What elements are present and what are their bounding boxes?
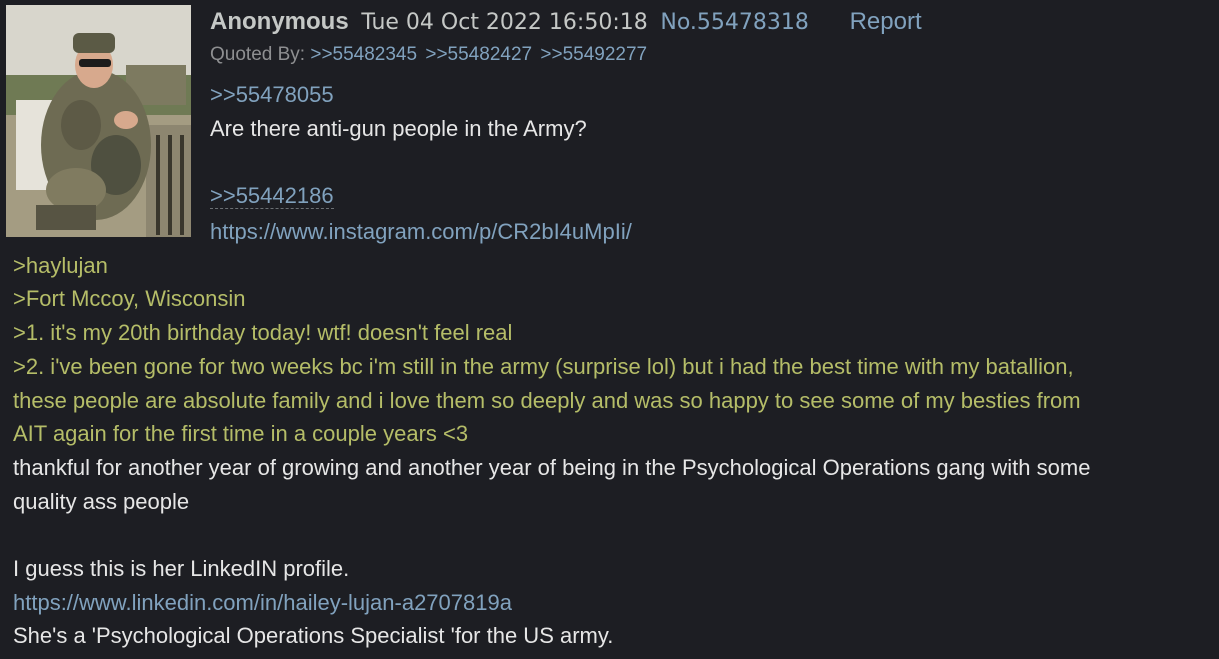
- post-container: Anonymous Tue 04 Oct 2022 16:50:18 No.55…: [0, 0, 1219, 659]
- post-body-line: >>55442186: [210, 181, 334, 211]
- greentext-line: >haylujan: [13, 253, 108, 278]
- post-body-line: Are there anti-gun people in the Army?: [210, 116, 587, 141]
- backlink[interactable]: >>55482427: [425, 44, 532, 65]
- instagram-link[interactable]: https://www.instagram.com/p/CR2bI4uMpIi/: [210, 219, 632, 244]
- greentext-line: >Fort Mccoy, Wisconsin: [13, 286, 246, 311]
- greentext-line: >2. i've been gone for two weeks bc i'm …: [13, 354, 1074, 379]
- greentext-line: these people are absolute family and i l…: [13, 388, 1081, 413]
- post-number-link[interactable]: No.55478318: [660, 10, 809, 35]
- poster-name: Anonymous: [210, 8, 349, 35]
- post-body-line: She's a 'Psychological Operations Specia…: [13, 623, 614, 648]
- soldier-photo-icon: [6, 5, 191, 237]
- quote-link[interactable]: >>55478055: [210, 82, 334, 107]
- post-body-line: https://www.instagram.com/p/CR2bI4uMpIi/: [210, 217, 632, 247]
- post-thumbnail-image[interactable]: [6, 5, 191, 237]
- post-body-line: quality ass people: [13, 489, 190, 514]
- linkedin-link[interactable]: https://www.linkedin.com/in/hailey-lujan…: [13, 590, 512, 615]
- backlink[interactable]: >>55492277: [540, 44, 647, 65]
- quoted-by-row: Quoted By: >>55482345 >>55482427 >>55492…: [210, 44, 650, 66]
- post-header: Anonymous Tue 04 Oct 2022 16:50:18 No.55…: [210, 6, 922, 39]
- backlink[interactable]: >>55482345: [310, 44, 417, 65]
- quote-link[interactable]: >>55442186: [210, 183, 334, 209]
- report-button[interactable]: Report: [850, 8, 922, 35]
- post-datetime: Tue 04 Oct 2022 16:50:18: [361, 10, 648, 35]
- post-body-line: >>55478055: [210, 80, 334, 110]
- greentext-line: AIT again for the first time in a couple…: [13, 421, 469, 446]
- post-body-line: I guess this is her LinkedIN profile.: [13, 556, 350, 581]
- post-body-line: thankful for another year of growing and…: [13, 455, 1091, 480]
- greentext-line: >1. it's my 20th birthday today! wtf! do…: [13, 320, 513, 345]
- quoted-by-label: Quoted By:: [210, 44, 306, 65]
- post-body-line: https://www.linkedin.com/in/hailey-lujan…: [13, 588, 512, 618]
